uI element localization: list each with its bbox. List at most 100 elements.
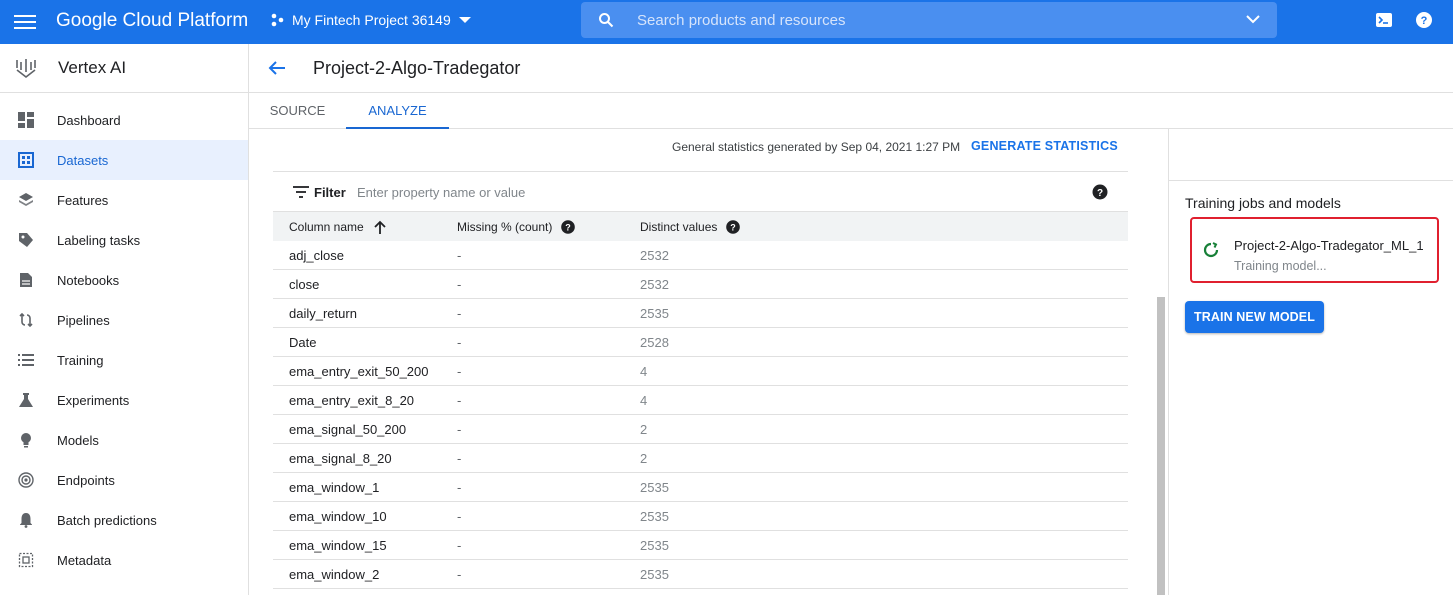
page-title: Project-2-Algo-Tradegator xyxy=(313,58,521,78)
header-label: Missing % (count) xyxy=(457,220,553,234)
cell-distinct: 2535 xyxy=(640,306,669,321)
sidebar-item-datasets[interactable]: Datasets xyxy=(0,140,248,180)
cell-missing: - xyxy=(457,393,462,408)
filter-input[interactable] xyxy=(357,182,957,202)
table-row[interactable]: ema_window_15 - 2535 xyxy=(273,531,1128,560)
table-row[interactable]: ema_entry_exit_8_20 - 4 xyxy=(273,386,1128,415)
flask-icon xyxy=(17,391,35,409)
table-row[interactable]: ema_signal_50_200 - 2 xyxy=(273,415,1128,444)
project-dots-icon xyxy=(271,13,284,27)
cell-missing: - xyxy=(457,277,462,292)
generate-statistics-button[interactable]: GENERATE STATISTICS xyxy=(971,139,1118,153)
cell-column-name: ema_window_15 xyxy=(289,538,387,553)
cell-column-name: Date xyxy=(289,335,317,350)
metadata-icon xyxy=(17,551,35,569)
cell-missing: - xyxy=(457,509,462,524)
bulb-icon xyxy=(17,431,35,449)
table-row[interactable]: adj_close - 2532 xyxy=(273,241,1128,270)
cell-missing: - xyxy=(457,364,462,379)
help-circle-icon[interactable]: ? xyxy=(561,220,576,234)
sidebar-item-label: Labeling tasks xyxy=(57,232,141,248)
panel-divider xyxy=(1169,180,1453,181)
dashboard-icon xyxy=(17,111,35,129)
project-name: My Fintech Project 36149 xyxy=(292,12,451,28)
sidebar-item-label: Metadata xyxy=(57,552,112,568)
training-job-name[interactable]: Project-2-Algo-Tradegator_ML_1 xyxy=(1234,238,1424,253)
tab-bar: SOURCE ANALYZE xyxy=(249,93,1453,129)
sidebar-item-notebooks[interactable]: Notebooks xyxy=(0,260,248,300)
header-label: Column name xyxy=(289,220,364,234)
cell-column-name: ema_entry_exit_8_20 xyxy=(289,393,415,408)
sidebar-item-endpoints[interactable]: Endpoints xyxy=(0,460,248,500)
sidebar-item-label: Endpoints xyxy=(57,472,115,488)
sidebar-item-metadata[interactable]: Metadata xyxy=(0,540,248,580)
project-selector[interactable]: My Fintech Project 36149 xyxy=(270,12,471,28)
sidebar-item-experiments[interactable]: Experiments xyxy=(0,380,248,420)
sidebar-item-dashboard[interactable]: Dashboard xyxy=(0,100,248,140)
sort-ascending-icon[interactable] xyxy=(374,220,386,234)
sidebar-item-features[interactable]: Features xyxy=(0,180,248,220)
table-row[interactable]: ema_entry_exit_50_200 - 4 xyxy=(273,357,1128,386)
help-circle-icon[interactable]: ? xyxy=(726,220,741,234)
cell-distinct: 2528 xyxy=(640,335,669,350)
sidebar-header: Vertex AI xyxy=(0,44,248,93)
train-new-model-button[interactable]: TRAIN NEW MODEL xyxy=(1185,301,1324,333)
chevron-down-icon[interactable] xyxy=(1245,13,1261,25)
datasets-icon xyxy=(17,151,35,169)
features-icon xyxy=(17,191,35,209)
cell-column-name: ema_window_1 xyxy=(289,480,380,495)
sidebar-item-label: Features xyxy=(57,192,109,208)
sidebar-item-batch-predictions[interactable]: Batch predictions xyxy=(0,500,248,540)
cell-distinct: 2535 xyxy=(640,538,669,553)
top-app-bar: Google Cloud Platform My Fintech Project… xyxy=(0,0,1453,44)
cell-distinct: 2532 xyxy=(640,277,669,292)
column-header-name[interactable]: Column name xyxy=(289,220,386,234)
training-job-card[interactable]: Project-2-Algo-Tradegator_ML_1 Training … xyxy=(1190,217,1439,283)
table-row[interactable]: daily_return - 2535 xyxy=(273,299,1128,328)
sidebar-item-label: Pipelines xyxy=(57,312,110,328)
pipelines-icon xyxy=(17,311,35,329)
table-header: Column name Missing % (count) ? Distinct… xyxy=(273,212,1128,241)
column-header-distinct: Distinct values ? xyxy=(640,220,741,234)
cell-column-name: ema_window_2 xyxy=(289,567,380,582)
sidebar-item-models[interactable]: Models xyxy=(0,420,248,460)
svg-text:?: ? xyxy=(566,223,572,233)
help-circle-icon[interactable]: ? xyxy=(1092,184,1108,200)
cell-missing: - xyxy=(457,451,462,466)
sidebar-item-label: Training xyxy=(57,352,104,368)
cell-column-name: ema_signal_8_20 xyxy=(289,451,392,466)
scrollbar-thumb[interactable] xyxy=(1157,297,1165,595)
table-row[interactable]: close - 2532 xyxy=(273,270,1128,299)
table-row[interactable]: Date - 2528 xyxy=(273,328,1128,357)
tab-source[interactable]: SOURCE xyxy=(249,93,346,129)
sidebar-item-pipelines[interactable]: Pipelines xyxy=(0,300,248,340)
search-input[interactable] xyxy=(637,2,1237,38)
back-arrow-icon[interactable] xyxy=(267,58,287,78)
help-icon[interactable]: ? xyxy=(1415,11,1433,29)
table-row[interactable]: ema_window_1 - 2535 xyxy=(273,473,1128,502)
table-row[interactable]: ema_signal_8_20 - 2 xyxy=(273,444,1128,473)
tab-analyze[interactable]: ANALYZE xyxy=(346,93,449,129)
menu-icon[interactable] xyxy=(14,11,36,33)
header-label: Distinct values xyxy=(640,220,718,234)
bell-icon xyxy=(17,511,35,529)
sidebar-item-label: Batch predictions xyxy=(57,512,157,528)
cloud-shell-icon[interactable] xyxy=(1375,11,1393,29)
cell-missing: - xyxy=(457,538,462,553)
label-icon xyxy=(17,231,35,249)
notebook-icon xyxy=(17,271,35,289)
cell-distinct: 2535 xyxy=(640,480,669,495)
progress-spinner-icon xyxy=(1203,242,1219,258)
cell-distinct: 2532 xyxy=(640,248,669,263)
table-row[interactable]: ema_window_10 - 2535 xyxy=(273,502,1128,531)
table-row[interactable]: ema_window_2 - 2535 xyxy=(273,560,1128,589)
cell-missing: - xyxy=(457,422,462,437)
brand-title[interactable]: Google Cloud Platform xyxy=(56,10,248,32)
sidebar-item-labeling-tasks[interactable]: Labeling tasks xyxy=(0,220,248,260)
sidebar-nav: Dashboard Datasets Features Labeling tas… xyxy=(0,100,248,580)
sidebar-item-training[interactable]: Training xyxy=(0,340,248,380)
search-box[interactable] xyxy=(581,2,1277,38)
filter-label: Filter xyxy=(314,185,346,200)
cell-missing: - xyxy=(457,567,462,582)
cell-distinct: 2 xyxy=(640,422,648,437)
